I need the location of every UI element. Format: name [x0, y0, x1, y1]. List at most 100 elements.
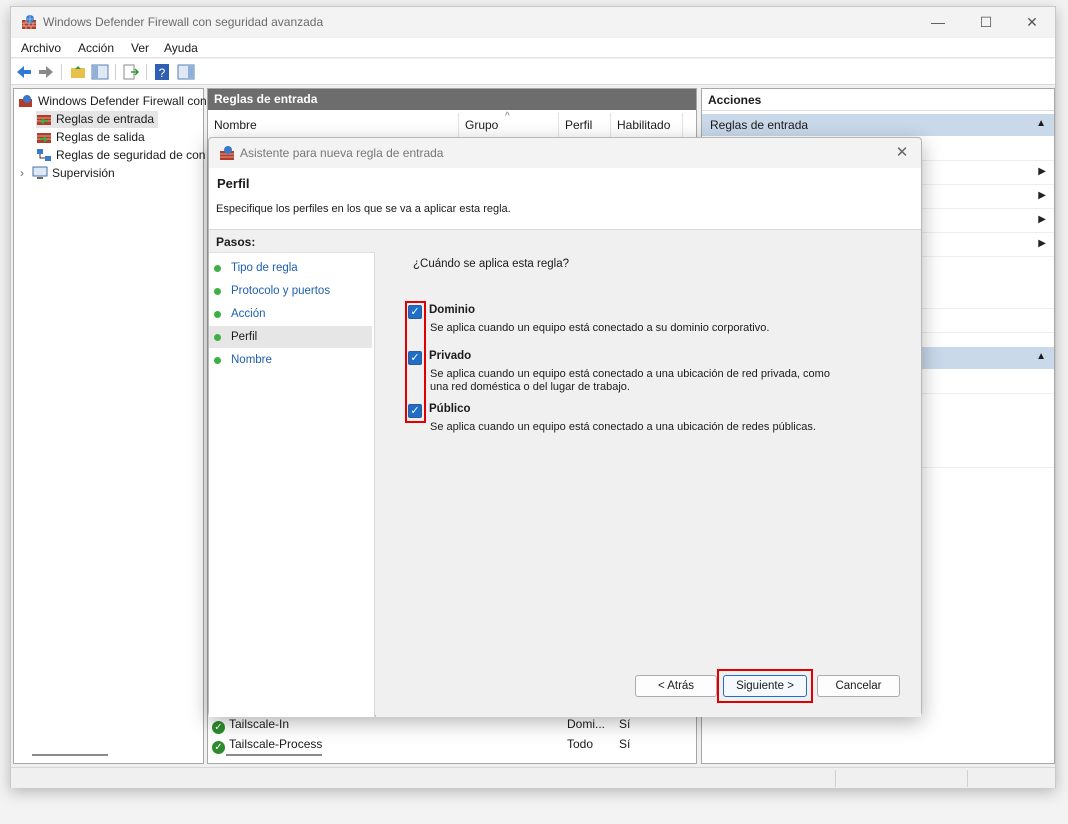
privado-description-line1: Se aplica cuando un equipo está conectad…: [430, 368, 830, 380]
step-accion[interactable]: Acción: [209, 303, 372, 325]
row-enabled: Sí: [619, 717, 631, 731]
window-title: Windows Defender Firewall con seguridad …: [43, 15, 324, 29]
chevron-right-icon[interactable]: ›: [20, 165, 32, 182]
publico-label[interactable]: Público: [429, 403, 471, 415]
tree-root[interactable]: Windows Defender Firewall con: [18, 93, 207, 110]
maximize-button[interactable]: ☐: [963, 7, 1009, 37]
tree-item-supervision[interactable]: › Supervisión: [20, 165, 115, 182]
svg-text:?: ?: [159, 66, 166, 80]
steps-title: Pasos:: [209, 231, 375, 253]
menu-bar: Archivo Acción Ver Ayuda: [11, 38, 1055, 58]
profile-content: ¿Cuándo se aplica esta regla? ✓ Dominio …: [376, 231, 921, 717]
row-name: Tailscale-Process: [229, 737, 323, 751]
submenu-arrow-icon: ▶: [1038, 166, 1046, 177]
toolbar: ?: [11, 59, 1055, 85]
tree-item-reglas-seguridad[interactable]: Reglas de seguridad de con: [36, 147, 205, 164]
firewall-icon: [19, 95, 32, 107]
column-nombre[interactable]: Nombre: [208, 113, 459, 137]
minimize-button[interactable]: —: [915, 7, 961, 37]
steps-panel: Pasos: Tipo de regla Protocolo y puertos…: [209, 231, 375, 717]
row-name: Tailscale-In: [229, 717, 290, 731]
step-dot-icon: [214, 311, 221, 318]
step-tipo-regla[interactable]: Tipo de regla: [209, 257, 372, 279]
highlight-checkboxes: [405, 301, 426, 423]
menu-ver[interactable]: Ver: [131, 41, 149, 55]
next-button[interactable]: Siguiente >: [723, 675, 807, 697]
back-button[interactable]: < Atrás: [635, 675, 717, 697]
dialog-header: Perfil Especifique los perfiles en los q…: [209, 168, 921, 230]
actions-section-reglas-entrada[interactable]: Reglas de entrada ▲: [702, 114, 1054, 136]
menu-ayuda[interactable]: Ayuda: [164, 41, 198, 55]
tree-root-label: Windows Defender Firewall con: [38, 94, 207, 108]
step-label: Protocolo y puertos: [231, 285, 331, 297]
cancel-button[interactable]: Cancelar: [817, 675, 900, 697]
show-action-pane-icon[interactable]: [177, 63, 195, 81]
table-row[interactable]: ✓ Tailscale-Process Todo Sí: [212, 735, 678, 754]
back-arrow-icon[interactable]: [15, 63, 33, 81]
row-profile: Domi...: [567, 717, 606, 731]
step-dot-icon: [214, 357, 221, 364]
tree-item-reglas-salida[interactable]: Reglas de salida: [36, 129, 145, 146]
page-title: Perfil: [217, 176, 250, 191]
dialog-title-bar: Asistente para nueva regla de entrada ✕: [209, 138, 921, 168]
inbound-rules-icon: [37, 115, 51, 125]
collapse-up-icon[interactable]: ▲: [1036, 351, 1046, 362]
close-button[interactable]: ✕: [1009, 7, 1055, 37]
step-label: Acción: [231, 308, 266, 320]
table-row[interactable]: ✓ Tailscale-In Domi... Sí: [212, 715, 678, 734]
row-enabled: Sí: [619, 737, 631, 751]
publico-description: Se aplica cuando un equipo está conectad…: [430, 421, 816, 433]
tree-item-label: Reglas de seguridad de con: [56, 148, 206, 162]
rules-pane-header: Reglas de entrada: [208, 89, 696, 110]
submenu-arrow-icon: ▶: [1038, 190, 1046, 201]
tree-item-label: Reglas de entrada: [56, 112, 155, 126]
submenu-arrow-icon: ▶: [1038, 214, 1046, 225]
step-perfil: Perfil: [209, 326, 372, 348]
enabled-check-icon: ✓: [212, 721, 225, 734]
step-label: Nombre: [231, 354, 272, 366]
dominio-description: Se aplica cuando un equipo está conectad…: [430, 322, 770, 334]
step-label: Perfil: [231, 331, 258, 343]
outbound-rules-icon: [37, 133, 51, 143]
privado-label[interactable]: Privado: [429, 350, 471, 362]
step-dot-icon: [214, 288, 221, 295]
step-protocolo-puertos[interactable]: Protocolo y puertos: [209, 280, 372, 302]
step-nombre[interactable]: Nombre: [209, 349, 372, 371]
sort-up-icon: ^: [505, 111, 510, 122]
firewall-icon: [220, 146, 234, 160]
monitoring-icon: [32, 166, 48, 179]
enabled-check-icon: ✓: [212, 741, 225, 754]
actions-section-label: Reglas de entrada: [710, 118, 809, 132]
title-bar: Windows Defender Firewall con seguridad …: [11, 7, 1055, 37]
dialog-title: Asistente para nueva regla de entrada: [240, 146, 444, 160]
column-habilitado[interactable]: Habilitado: [611, 113, 683, 137]
step-dot-icon: [214, 265, 221, 272]
actions-header: Acciones: [702, 89, 1054, 111]
horizontal-scrollbar[interactable]: [32, 754, 108, 756]
export-icon[interactable]: [122, 63, 140, 81]
folder-up-icon[interactable]: [69, 63, 87, 81]
menu-archivo[interactable]: Archivo: [21, 41, 61, 55]
tree-item-label: Supervisión: [52, 166, 115, 180]
tree-item-label: Reglas de salida: [56, 130, 145, 144]
tree-pane: Windows Defender Firewall con Reglas de …: [13, 88, 207, 764]
page-subtitle: Especifique los perfiles en los que se v…: [216, 203, 511, 215]
forward-arrow-icon[interactable]: [37, 63, 55, 81]
dominio-label[interactable]: Dominio: [429, 304, 475, 316]
question-text: ¿Cuándo se aplica esta regla?: [413, 258, 569, 270]
row-profile: Todo: [567, 737, 594, 751]
menu-accion[interactable]: Acción: [78, 41, 114, 55]
submenu-arrow-icon: ▶: [1038, 238, 1046, 249]
privado-description-line2: una red doméstica o del lugar de trabajo…: [430, 381, 630, 393]
step-label: Tipo de regla: [231, 262, 298, 274]
collapse-up-icon[interactable]: ▲: [1036, 118, 1046, 129]
show-tree-icon[interactable]: [91, 63, 109, 81]
help-icon[interactable]: ?: [153, 63, 171, 81]
column-perfil[interactable]: Perfil: [559, 113, 611, 137]
privado-description: Se aplica cuando un equipo está conectad…: [430, 368, 830, 394]
dialog-close-button[interactable]: ✕: [891, 142, 913, 164]
tree-item-reglas-entrada[interactable]: Reglas de entrada: [36, 111, 159, 128]
step-dot-icon: [214, 334, 221, 341]
horizontal-scrollbar[interactable]: [226, 754, 322, 756]
status-bar: [11, 767, 1055, 788]
